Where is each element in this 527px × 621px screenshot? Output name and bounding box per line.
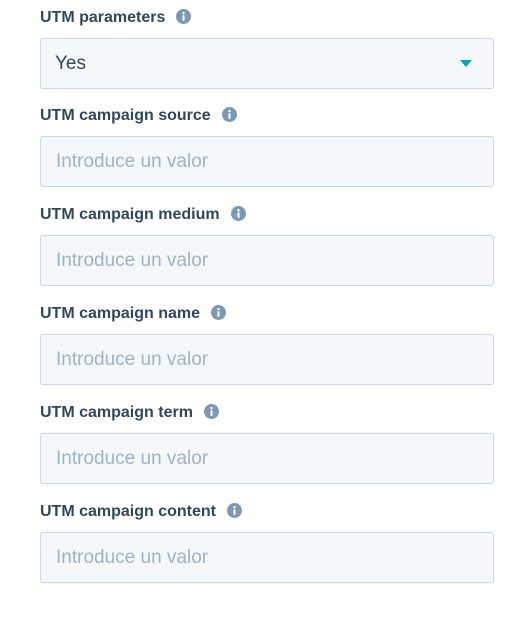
utm-campaign-name-label-row: UTM campaign name [40, 304, 494, 324]
info-icon[interactable] [176, 9, 192, 24]
info-icon[interactable] [221, 107, 237, 122]
info-icon[interactable] [227, 503, 243, 518]
utm-parameters-select[interactable]: Yes [40, 38, 494, 89]
utm-campaign-content-field: UTM campaign content [40, 502, 494, 583]
utm-campaign-source-input[interactable] [41, 137, 493, 186]
utm-parameters-selected-value: Yes [55, 53, 86, 74]
utm-campaign-source-field: UTM campaign source [40, 106, 494, 187]
utm-campaign-term-input-box [40, 433, 494, 484]
info-icon[interactable] [203, 404, 219, 419]
caret-down-icon[interactable] [460, 60, 472, 67]
utm-campaign-content-label-row: UTM campaign content [40, 502, 494, 522]
utm-campaign-content-input[interactable] [41, 533, 493, 582]
utm-campaign-term-field: UTM campaign term [40, 403, 494, 484]
utm-campaign-medium-label-row: UTM campaign medium [40, 205, 494, 225]
utm-campaign-medium-input[interactable] [41, 236, 493, 285]
utm-parameters-label-row: UTM parameters [40, 8, 494, 28]
utm-campaign-term-label-row: UTM campaign term [40, 403, 494, 423]
utm-campaign-source-label: UTM campaign source [40, 107, 211, 124]
utm-campaign-name-input[interactable] [41, 335, 493, 384]
utm-campaign-term-input[interactable] [41, 434, 493, 483]
utm-campaign-term-label: UTM campaign term [40, 404, 193, 421]
utm-campaign-source-label-row: UTM campaign source [40, 106, 494, 126]
info-icon[interactable] [211, 305, 227, 320]
utm-campaign-medium-input-box [40, 235, 494, 286]
utm-campaign-source-input-box [40, 136, 494, 187]
utm-campaign-name-input-box [40, 334, 494, 385]
utm-campaign-content-label: UTM campaign content [40, 503, 217, 520]
info-icon[interactable] [230, 206, 246, 221]
utm-parameters-field: UTM parameters Yes [40, 8, 494, 89]
utm-parameters-label: UTM parameters [40, 9, 166, 26]
utm-campaign-medium-label: UTM campaign medium [40, 206, 220, 223]
utm-campaign-content-input-box [40, 532, 494, 583]
utm-campaign-medium-field: UTM campaign medium [40, 205, 494, 286]
utm-campaign-name-field: UTM campaign name [40, 304, 494, 385]
utm-campaign-name-label: UTM campaign name [40, 305, 201, 322]
